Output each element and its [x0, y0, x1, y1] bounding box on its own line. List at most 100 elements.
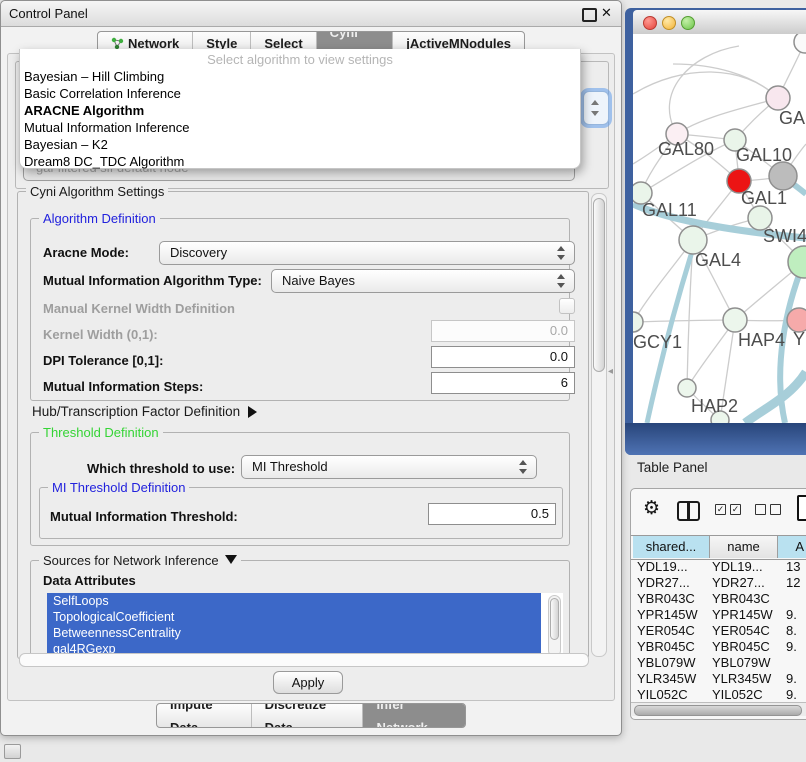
unchecked-checkbox-icon[interactable] [755, 504, 766, 515]
tab-infer-network[interactable]: Infer Network [362, 704, 465, 727]
network-node[interactable] [769, 162, 797, 190]
network-node[interactable] [794, 34, 806, 53]
mi-steps-label: Mutual Information Steps: [43, 379, 203, 394]
mi-threshold-field[interactable]: 0.5 [428, 503, 556, 525]
kernel-width-label: Kernel Width (0,1): [43, 327, 158, 342]
gear-icon[interactable]: ⚙ [643, 497, 660, 520]
table-cell: 12 [786, 575, 800, 591]
attribute-item[interactable]: SelfLoops [47, 593, 541, 609]
table-cell: YDL19... [712, 559, 763, 575]
algorithm-option[interactable]: Basic Correlation Inference [20, 85, 580, 102]
table-cell: 9. [786, 671, 797, 687]
table-hscrollbar[interactable] [631, 702, 806, 716]
table-cell: 8. [786, 623, 797, 639]
column-header-shared-name[interactable]: shared... [633, 536, 710, 558]
table-rows[interactable]: YDL19...YDL19...13YDR27...YDR27...12YBR0… [631, 559, 806, 702]
table-row[interactable]: YBL079W YBL079W [631, 655, 806, 671]
algorithm-option[interactable]: Dream8 DC_TDC Algorithm [20, 153, 580, 170]
which-threshold-combo[interactable]: MI Threshold [241, 455, 537, 479]
mi-steps-field[interactable]: 6 [431, 372, 575, 394]
table-panel-title: Table Panel [637, 460, 708, 475]
network-node[interactable] [633, 312, 643, 332]
node-label: GAL4 [695, 250, 741, 270]
column-header-name[interactable]: name [710, 536, 778, 558]
cyni-algorithm-settings-group: Cyni Algorithm Settings Algorithm Defini… [17, 191, 589, 659]
sources-expander[interactable]: Sources for Network Inference [39, 553, 241, 568]
algorithm-option[interactable]: ARACNE Algorithm [20, 102, 580, 119]
algorithm-option[interactable]: Mutual Information Inference [20, 119, 580, 136]
checked-checkbox-icon[interactable]: ✓ [730, 504, 741, 515]
hub-factor-expander[interactable]: Hub/Transcription Factor Definition [32, 404, 257, 419]
algorithm-combo-focused[interactable] [583, 91, 609, 125]
expander-collapsed-icon [248, 406, 257, 418]
combo-spinner-icon [557, 274, 566, 288]
combo-spinner-icon [519, 460, 528, 474]
node-label: Y [793, 329, 805, 349]
settings-scrollbar[interactable] [591, 193, 607, 657]
settings-scrollbar-thumb[interactable] [593, 198, 605, 372]
table-row[interactable]: YBR043CYBR043C [631, 591, 806, 607]
column-header-partial[interactable]: A [778, 536, 806, 558]
algorithm-definition-title: Algorithm Definition [39, 211, 160, 226]
table-row[interactable]: YIL052CYIL052C9. [631, 687, 806, 702]
table-row[interactable]: YER054CYER054C8. [631, 623, 806, 639]
network-node[interactable] [766, 86, 790, 110]
data-attributes-label: Data Attributes [43, 573, 136, 588]
close-traffic-light-icon[interactable] [643, 16, 657, 30]
close-icon[interactable]: ✕ [601, 5, 612, 21]
zoom-traffic-light-icon[interactable] [681, 16, 695, 30]
threshold-definition-group: Threshold Definition Which threshold to … [30, 432, 570, 546]
table-cell: YBL079W [637, 655, 696, 671]
table-cell: YPR145W [712, 607, 773, 623]
data-attributes-list[interactable]: SelfLoopsTopologicalCoefficientBetweenne… [47, 593, 563, 659]
network-view-window: GALGAL80GAL10GAL1GAL11SWI4GAL4GCY1HAP4YH… [625, 8, 806, 455]
attributes-scrollbar[interactable] [548, 595, 561, 657]
which-threshold-label: Which threshold to use: [87, 461, 235, 476]
tab-discretize-data[interactable]: Discretize Data [251, 704, 363, 727]
expander-expanded-icon [225, 555, 237, 564]
kernel-width-field[interactable]: 0.0 [431, 320, 575, 342]
float-window-icon[interactable] [582, 8, 597, 22]
network-canvas[interactable]: GALGAL80GAL10GAL1GAL11SWI4GAL4GCY1HAP4YH… [633, 34, 806, 423]
attribute-item[interactable]: BetweennessCentrality [47, 625, 541, 641]
control-panel-titlebar[interactable]: Control Panel ✕ [1, 1, 621, 27]
node-label: HAP2 [691, 396, 738, 416]
mi-threshold-group: MI Threshold Definition Mutual Informati… [39, 487, 563, 539]
table-row[interactable]: YLR345WYLR345W9. [631, 671, 806, 687]
unchecked-checkbox-icon[interactable] [770, 504, 781, 515]
dpi-tolerance-field[interactable]: 0.0 [431, 346, 575, 368]
table-cell: YBR043C [712, 591, 770, 607]
table-row[interactable]: YBR045CYBR045C9. [631, 639, 806, 655]
node-label: GAL11 [642, 200, 697, 220]
algorithm-option[interactable]: Bayesian – K2 [20, 136, 580, 153]
minimize-traffic-light-icon[interactable] [662, 16, 676, 30]
attribute-item[interactable]: TopologicalCoefficient [47, 609, 541, 625]
network-window-titlebar[interactable] [633, 10, 806, 35]
apply-button[interactable]: Apply [273, 671, 343, 694]
network-node[interactable] [723, 308, 747, 332]
splitter-handle-icon[interactable]: ◂ [608, 366, 613, 377]
manual-kernel-checkbox[interactable] [559, 298, 575, 314]
aracne-mode-combo[interactable]: Discovery [159, 241, 575, 265]
network-node[interactable] [678, 379, 696, 397]
split-columns-icon[interactable] [677, 501, 700, 521]
mi-type-combo[interactable]: Naive Bayes [271, 269, 575, 293]
attributes-hscrollbar[interactable] [19, 653, 589, 667]
tab-impute-data[interactable]: Impute Data [157, 704, 251, 727]
table-cell: YBL079W [712, 655, 771, 671]
table-cell: YDL19... [637, 559, 688, 575]
table-row[interactable]: YPR145WYPR145W9. [631, 607, 806, 623]
node-label: GAL10 [736, 145, 792, 165]
table-hscrollbar-thumb[interactable] [634, 705, 802, 716]
minimized-window-icon[interactable] [4, 744, 21, 759]
algorithm-dropdown-popup: Select algorithm to view settings Bayesi… [19, 49, 581, 169]
table-cell: YPR145W [637, 607, 698, 623]
aracne-mode-label: Aracne Mode: [43, 245, 129, 260]
document-icon[interactable] [797, 495, 806, 521]
table-row[interactable]: YDL19...YDL19...13 [631, 559, 806, 575]
algorithm-option[interactable]: Bayesian – Hill Climbing [20, 68, 580, 85]
network-window-frame-bottom [625, 423, 806, 455]
checked-checkbox-icon[interactable]: ✓ [715, 504, 726, 515]
cyni-settings-title: Cyni Algorithm Settings [26, 184, 168, 199]
table-row[interactable]: YDR27...YDR27...12 [631, 575, 806, 591]
